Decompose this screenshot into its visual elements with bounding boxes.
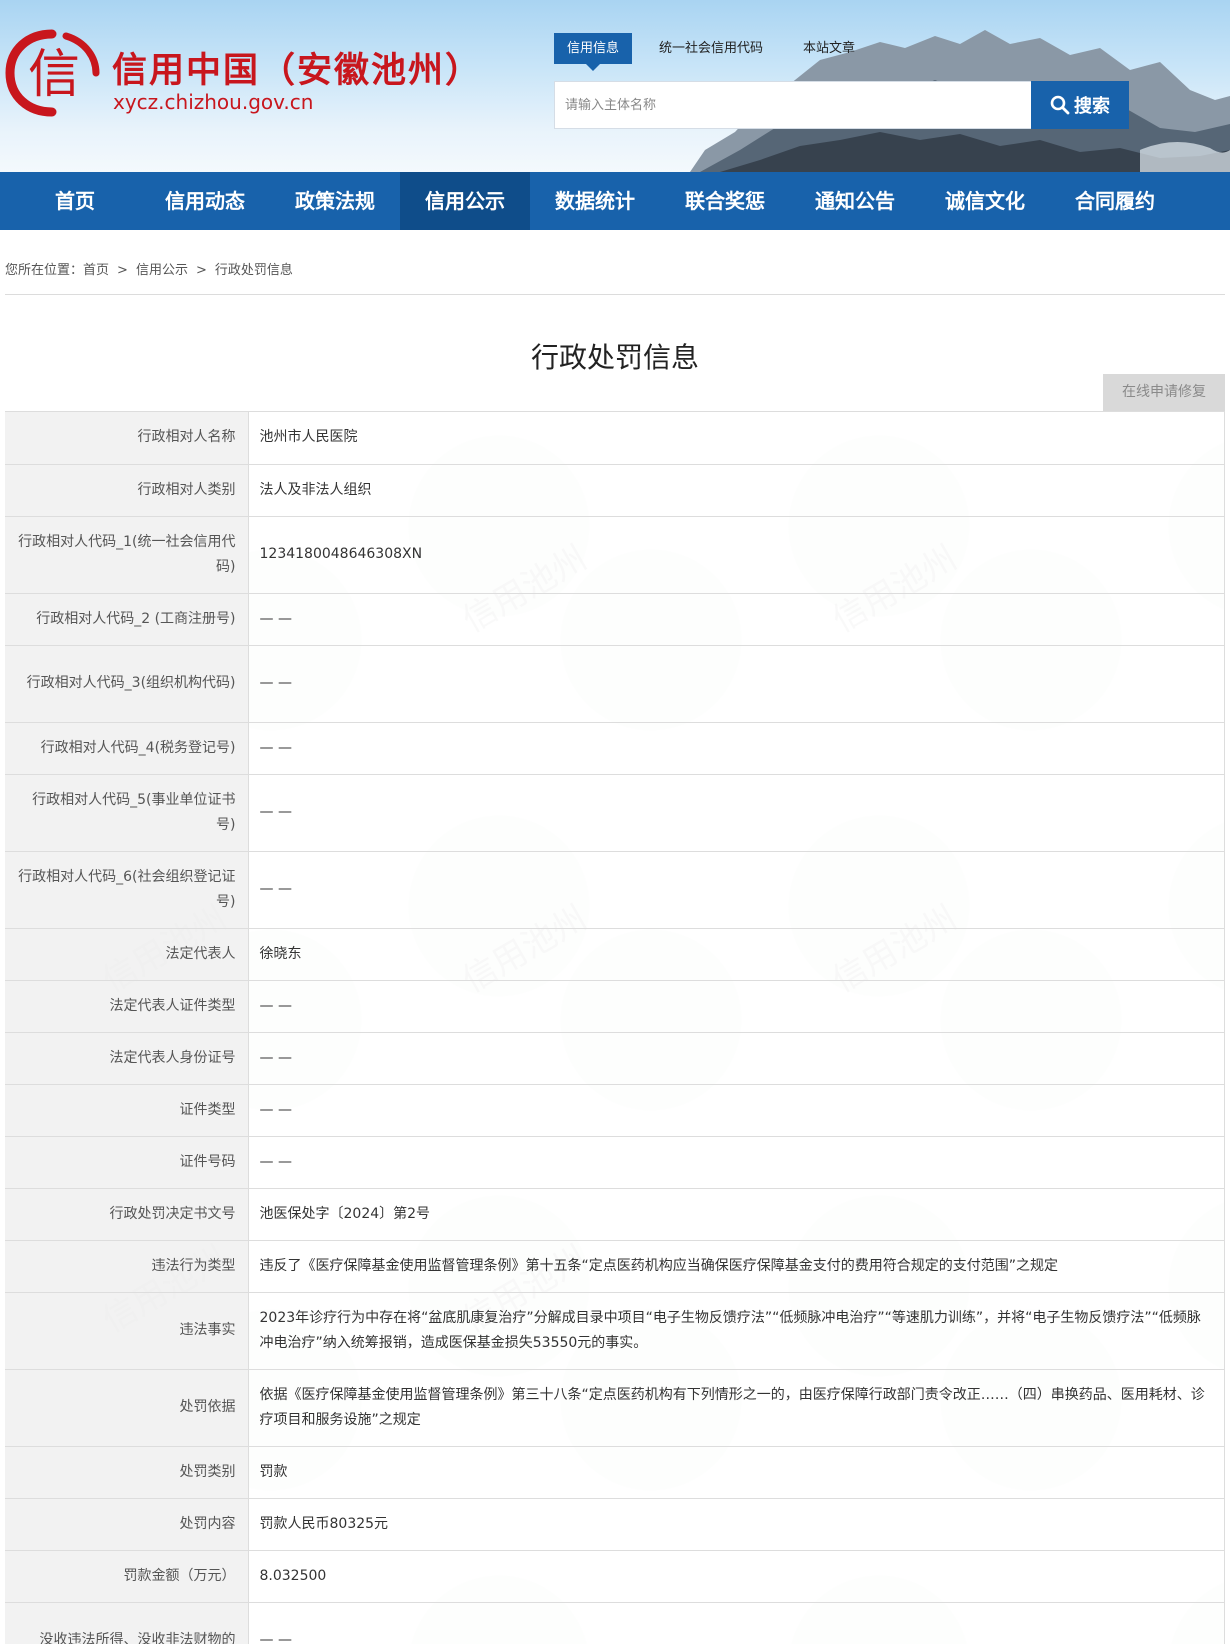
row-value: — — <box>248 774 1225 852</box>
table-row: 行政相对人代码_4(税务登记号) — — <box>5 722 1225 775</box>
row-label: 行政相对人代码_5(事业单位证书号) <box>5 774 249 852</box>
table-row: 罚款金额（万元） 8.032500 <box>5 1550 1225 1603</box>
table-row: 行政相对人代码_1(统一社会信用代码) 1234180048646308XN <box>5 516 1225 594</box>
nav-item-statistics[interactable]: 数据统计 <box>530 172 660 230</box>
svg-text:信: 信 <box>28 45 80 105</box>
table-row: 行政相对人代码_3(组织机构代码) — — <box>5 645 1225 723</box>
row-value: 池州市人民医院 <box>248 412 1225 465</box>
table-row: 证件类型 — — <box>5 1084 1225 1137</box>
row-label: 行政相对人类别 <box>5 464 249 517</box>
row-label: 行政相对人名称 <box>5 412 249 465</box>
row-label: 法定代表人证件类型 <box>5 980 249 1033</box>
row-label: 行政相对人代码_1(统一社会信用代码) <box>5 516 249 594</box>
row-value: 依据《医疗保障基金使用监督管理条例》第三十八条“定点医药机构有下列情形之一的，由… <box>248 1369 1225 1447</box>
search-tab-articles[interactable]: 本站文章 <box>790 33 868 64</box>
logo-seal-icon: 信 <box>5 29 100 117</box>
main-nav: 首页 信用动态 政策法规 信用公示 数据统计 联合奖惩 通知公告 诚信文化 合同… <box>0 172 1230 230</box>
search-tab-credit-info[interactable]: 信用信息 <box>554 33 633 71</box>
row-label: 违法行为类型 <box>5 1240 249 1293</box>
breadcrumb-separator: > <box>195 263 207 278</box>
search-box <box>554 81 1032 129</box>
row-value: — — <box>248 851 1225 929</box>
row-label: 违法事实 <box>5 1292 249 1370</box>
row-value: — — <box>248 1602 1225 1644</box>
row-value: 罚款人民币80325元 <box>248 1498 1225 1551</box>
row-value: 违反了《医疗保障基金使用监督管理条例》第十五条“定点医药机构应当确保医疗保障基金… <box>248 1240 1225 1293</box>
table-row: 没收违法所得、没收非法财物的 — — <box>5 1602 1225 1644</box>
row-value: — — <box>248 645 1225 723</box>
row-label: 法定代表人身份证号 <box>5 1032 249 1085</box>
table-row: 处罚内容 罚款人民币80325元 <box>5 1498 1225 1551</box>
search-tabs: 信用信息 统一社会信用代码 本站文章 <box>554 33 882 71</box>
row-value: — — <box>248 980 1225 1033</box>
row-value: — — <box>248 722 1225 775</box>
table-row: 法定代表人 徐晓东 <box>5 928 1225 981</box>
detail-table: 信用池州 信用池州 信用池州 信用池州 信用池州 信用池州 信用池州 行政相对人… <box>5 411 1225 1644</box>
row-label: 行政处罚决定书文号 <box>5 1188 249 1241</box>
row-value: 1234180048646308XN <box>248 516 1225 594</box>
breadcrumb-divider <box>5 294 1225 295</box>
table-row: 法定代表人证件类型 — — <box>5 980 1225 1033</box>
table-row: 处罚依据 依据《医疗保障基金使用监督管理条例》第三十八条“定点医药机构有下列情形之… <box>5 1369 1225 1447</box>
breadcrumb-credit-publicity-link[interactable]: 信用公示 <box>136 263 188 278</box>
breadcrumb-separator: > <box>117 263 128 278</box>
table-row: 行政相对人代码_6(社会组织登记证号) — — <box>5 851 1225 929</box>
table-row: 法定代表人身份证号 — — <box>5 1032 1225 1085</box>
row-label: 法定代表人 <box>5 928 249 981</box>
table-row: 行政处罚决定书文号 池医保处字〔2024〕第2号 <box>5 1188 1225 1241</box>
row-value: 徐晓东 <box>248 928 1225 981</box>
row-value: 池医保处字〔2024〕第2号 <box>248 1188 1225 1241</box>
row-label: 行政相对人代码_3(组织机构代码) <box>5 645 249 723</box>
breadcrumb-home-link[interactable]: 首页 <box>83 263 109 278</box>
site-title: 信用中国（安徽池州） <box>112 51 483 91</box>
table-row: 违法行为类型 违反了《医疗保障基金使用监督管理条例》第十五条“定点医药机构应当确保… <box>5 1240 1225 1293</box>
breadcrumb-current-link[interactable]: 行政处罚信息 <box>215 263 293 278</box>
row-label: 处罚类别 <box>5 1446 249 1499</box>
site-url: xycz.chizhou.gov.cn <box>113 90 314 114</box>
table-row: 违法事实 2023年诊疗行为中存在将“盆底肌康复治疗”分解成目录中项目“电子生物反… <box>5 1292 1225 1370</box>
row-label: 处罚内容 <box>5 1498 249 1551</box>
search-icon <box>1050 95 1070 115</box>
row-value: — — <box>248 1136 1225 1189</box>
search-input[interactable] <box>555 82 1031 128</box>
apply-repair-button[interactable]: 在线申请修复 <box>1103 374 1225 411</box>
header: 信 信用中国（安徽池州） xycz.chizhou.gov.cn 信用信息 统一… <box>0 0 1230 172</box>
breadcrumb-prefix: 您所在位置： <box>5 263 84 278</box>
nav-item-integrity-culture[interactable]: 诚信文化 <box>920 172 1050 230</box>
table-row: 行政相对人名称 池州市人民医院 <box>5 412 1225 465</box>
nav-item-credit-publicity[interactable]: 信用公示 <box>400 172 530 230</box>
search-tab-credit-code[interactable]: 统一社会信用代码 <box>646 33 776 64</box>
row-label: 行政相对人代码_6(社会组织登记证号) <box>5 851 249 929</box>
row-value: 罚款 <box>248 1446 1225 1499</box>
row-label: 罚款金额（万元） <box>5 1550 249 1603</box>
row-value: — — <box>248 1032 1225 1085</box>
table-row: 行政相对人类别 法人及非法人组织 <box>5 464 1225 517</box>
row-value: 8.032500 <box>248 1550 1225 1603</box>
row-value: 2023年诊疗行为中存在将“盆底肌康复治疗”分解成目录中项目“电子生物反馈疗法”… <box>248 1292 1225 1370</box>
row-label: 行政相对人代码_2 (工商注册号) <box>5 593 249 646</box>
page-title: 行政处罚信息 <box>530 341 699 374</box>
nav-item-home[interactable]: 首页 <box>10 172 140 230</box>
row-label: 证件类型 <box>5 1084 249 1137</box>
table-row: 证件号码 — — <box>5 1136 1225 1189</box>
table-row: 行政相对人代码_5(事业单位证书号) — — <box>5 774 1225 852</box>
row-label: 处罚依据 <box>5 1369 249 1447</box>
row-label: 证件号码 <box>5 1136 249 1189</box>
table-row: 处罚类别 罚款 <box>5 1446 1225 1499</box>
nav-item-policy[interactable]: 政策法规 <box>270 172 400 230</box>
nav-item-credit-news[interactable]: 信用动态 <box>140 172 270 230</box>
search-button-label: 搜索 <box>1074 96 1110 117</box>
row-value: — — <box>248 1084 1225 1137</box>
nav-item-joint-rewards[interactable]: 联合奖惩 <box>660 172 790 230</box>
row-value: — — <box>248 593 1225 646</box>
table-row: 行政相对人代码_2 (工商注册号) — — <box>5 593 1225 646</box>
row-label: 没收违法所得、没收非法财物的 <box>5 1602 249 1644</box>
row-value: 法人及非法人组织 <box>248 464 1225 517</box>
site-logo[interactable]: 信 <box>4 28 100 118</box>
nav-item-notices[interactable]: 通知公告 <box>790 172 920 230</box>
search-button[interactable]: 搜索 <box>1031 81 1129 129</box>
nav-item-contract[interactable]: 合同履约 <box>1050 172 1180 230</box>
breadcrumb: 您所在位置：首页 > 信用公示 > 行政处罚信息 <box>5 259 293 278</box>
row-label: 行政相对人代码_4(税务登记号) <box>5 722 249 775</box>
